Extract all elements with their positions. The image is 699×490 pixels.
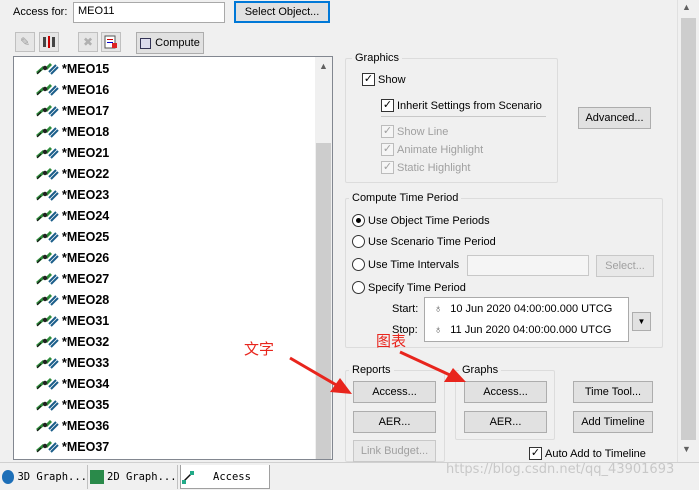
annotation-arrows bbox=[289, 350, 466, 394]
access-icon bbox=[181, 470, 195, 484]
tab-3d-label: 3D Graph... bbox=[17, 471, 87, 483]
map-icon bbox=[90, 470, 104, 484]
tab-2d-label: 2D Graph... bbox=[107, 471, 177, 483]
arrow-head-reports bbox=[330, 378, 352, 394]
tab-2d-graphics[interactable]: 2D Graph... bbox=[90, 465, 178, 489]
globe-icon bbox=[2, 470, 15, 484]
tab-3d-graphics[interactable]: 3D Graph... bbox=[2, 465, 88, 489]
watermark: https://blog.csdn.net/qq_43901693 bbox=[446, 462, 675, 477]
arrow-to-reports-access bbox=[289, 356, 339, 388]
tab-access-label: Access bbox=[213, 470, 251, 483]
tab-access[interactable]: Access bbox=[180, 465, 270, 489]
arrow-to-graphs-access bbox=[399, 350, 453, 378]
